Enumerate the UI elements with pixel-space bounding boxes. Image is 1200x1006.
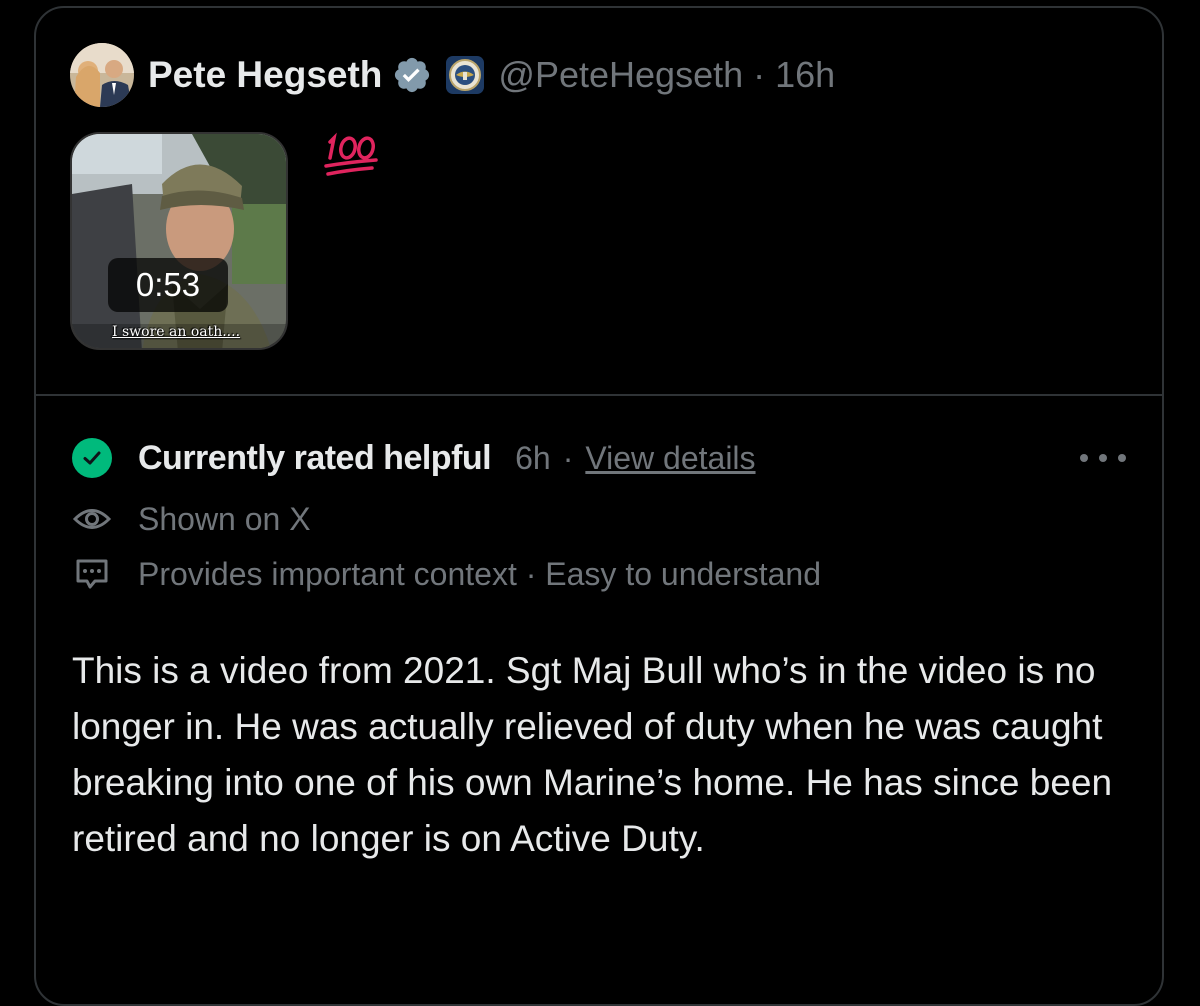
note-time: 6h (515, 439, 551, 476)
reasons-row: Provides important context · Easy to und… (72, 552, 821, 596)
tweet-header: Pete Hegseth @PeteHegseth · 16h (70, 40, 835, 110)
tweet-time[interactable]: 16h (775, 54, 835, 95)
more-dots-icon[interactable] (1080, 446, 1126, 470)
hundred-points-emoji: 💯 (322, 130, 382, 184)
verified-badge-icon[interactable] (392, 55, 432, 95)
separator: · (753, 54, 766, 95)
video-thumbnail[interactable]: 0:53 I swore an oath.... (70, 132, 288, 350)
note-separator: · (562, 439, 574, 476)
author-handle[interactable]: @PeteHegseth (498, 54, 743, 95)
note-status: Currently rated helpful (138, 438, 492, 477)
handle-and-time: @PeteHegseth · 16h (498, 54, 835, 96)
video-duration: 0:53 (108, 258, 228, 312)
shown-on-text: Shown on X (138, 500, 311, 537)
check-icon (72, 438, 112, 478)
avatar[interactable] (70, 43, 134, 107)
affiliate-badge-icon[interactable] (446, 56, 485, 94)
note-divider (34, 394, 1164, 396)
author-name[interactable]: Pete Hegseth (148, 54, 382, 96)
shown-on-row: Shown on X (72, 497, 311, 541)
video-caption: I swore an oath.... (112, 324, 241, 340)
comment-dots-icon (72, 554, 112, 594)
view-details-link[interactable]: View details (585, 440, 755, 477)
eye-icon (72, 499, 112, 539)
note-body: This is a video from 2021. Sgt Maj Bull … (72, 650, 1113, 859)
note-status-row: Currently rated helpful 6h · View detail… (72, 436, 756, 480)
reasons-text: Provides important context · Easy to und… (138, 555, 822, 592)
